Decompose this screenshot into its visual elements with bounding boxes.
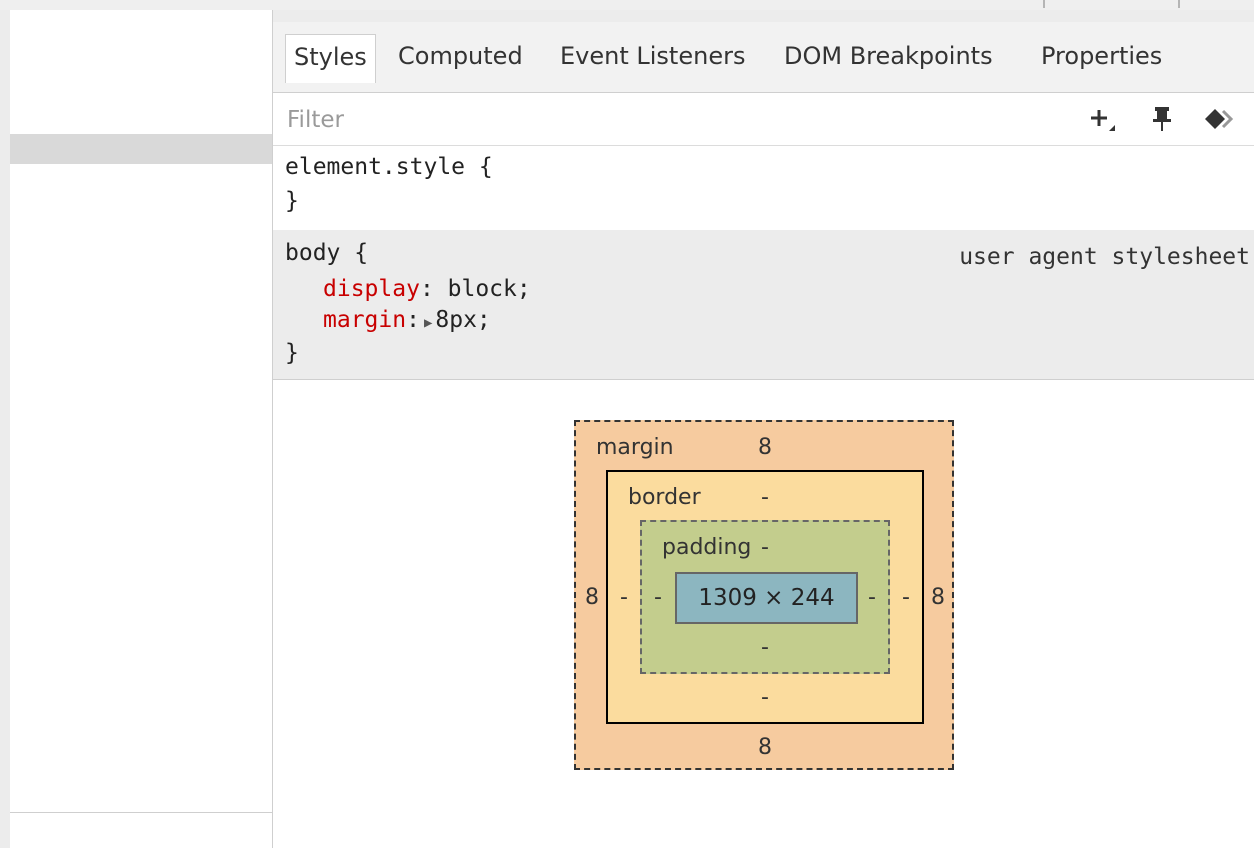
margin-bottom-value[interactable]: 8: [755, 734, 775, 762]
border-label: border: [628, 485, 701, 510]
tab-properties[interactable]: Properties: [1033, 34, 1170, 78]
property-margin[interactable]: margin: ▶ 8px;: [323, 305, 491, 338]
stylesheet-source-link[interactable]: user agent stylesheet: [959, 244, 1250, 270]
plus-icon: [1091, 110, 1115, 131]
expand-triangle-icon[interactable]: ▶: [420, 315, 435, 331]
tab-event-listeners[interactable]: Event Listeners: [552, 34, 753, 78]
new-style-rule-icon[interactable]: [1085, 103, 1121, 135]
border-top-value[interactable]: -: [755, 484, 775, 512]
property-colon: :: [406, 307, 420, 333]
element-style-close: }: [285, 188, 299, 214]
element-style-selector: element.style {: [285, 154, 493, 180]
filter-bar: [273, 93, 1254, 146]
property-value: block;: [433, 276, 531, 302]
property-display[interactable]: display: block;: [323, 274, 531, 304]
border-left-value[interactable]: -: [614, 584, 634, 612]
margin-top-value[interactable]: 8: [755, 434, 775, 462]
styles-sidebar: Styles Computed Event Listeners DOM Brea…: [273, 22, 1254, 848]
top-strip: [0, 0, 1254, 10]
pin-glyph-icon: [1153, 107, 1171, 131]
tab-dom-breakpoints[interactable]: DOM Breakpoints: [776, 34, 1001, 78]
border-right-value[interactable]: -: [896, 584, 916, 612]
element-state-icon[interactable]: [1201, 103, 1241, 135]
property-value: 8px;: [435, 307, 491, 333]
tab-computed[interactable]: Computed: [390, 34, 531, 78]
padding-bottom-value[interactable]: -: [755, 634, 775, 662]
padding-left-value[interactable]: -: [648, 584, 668, 612]
border-bottom-value[interactable]: -: [755, 684, 775, 712]
body-rule[interactable]: body { user agent stylesheet display: bl…: [273, 230, 1254, 380]
toolbar-divider: [1043, 0, 1045, 8]
diamond-arrow-icon: [1205, 109, 1234, 129]
padding-right-value[interactable]: -: [862, 584, 882, 612]
margin-right-value[interactable]: 8: [928, 584, 948, 612]
padding-label: padding: [662, 535, 752, 560]
body-selector: body {: [285, 240, 369, 266]
body-close: }: [285, 340, 299, 366]
element-style-rule[interactable]: element.style { }: [273, 146, 1254, 229]
tab-styles[interactable]: Styles: [285, 34, 376, 83]
property-colon: :: [419, 276, 434, 302]
sidebar-tab-bar: Styles Computed Event Listeners DOM Brea…: [273, 22, 1254, 93]
property-name: margin: [323, 307, 407, 333]
padding-top-value[interactable]: -: [755, 534, 775, 562]
margin-left-value[interactable]: 8: [582, 584, 602, 612]
toolbar-divider: [1178, 0, 1180, 8]
selected-node-row[interactable]: [10, 134, 272, 164]
box-model-content[interactable]: 1309 × 244: [675, 572, 858, 624]
property-name: display: [323, 276, 420, 302]
filter-input[interactable]: [285, 101, 989, 139]
margin-label: margin: [596, 435, 674, 460]
elements-tree-panel[interactable]: [10, 10, 273, 848]
breadcrumb-divider: [10, 812, 272, 813]
pin-icon[interactable]: [1147, 103, 1177, 135]
